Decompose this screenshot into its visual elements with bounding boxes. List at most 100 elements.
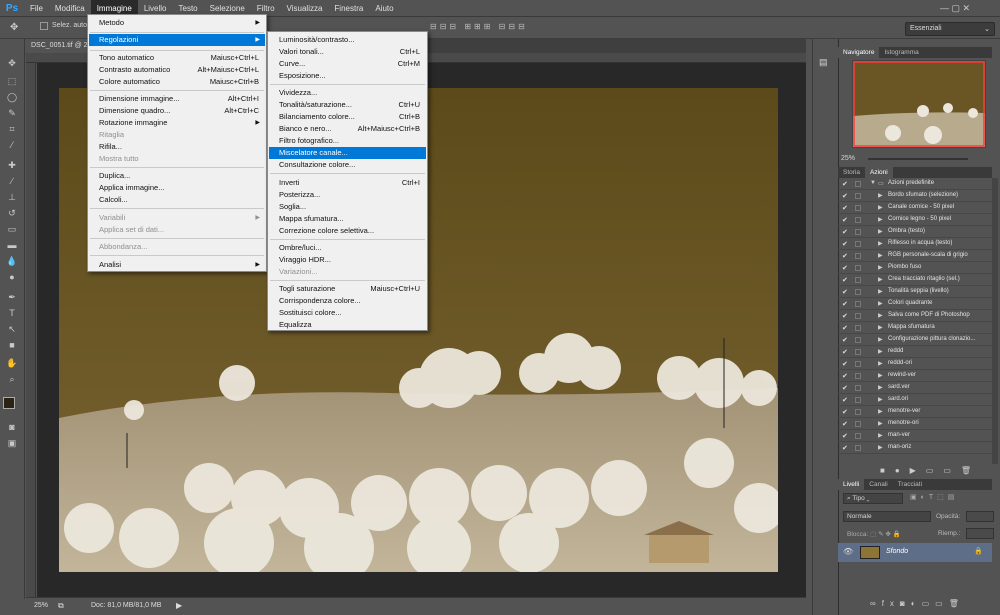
window-controls[interactable]: — ▢ ✕: [940, 3, 970, 14]
action-row[interactable]: ✔ ▶ Bordo sfumato (selezione): [838, 190, 992, 202]
pen-tool-icon[interactable]: ✒: [5, 291, 19, 303]
menu-item-mappa-sfumatura[interactable]: Mappa sfumatura...: [269, 213, 426, 225]
history-brush-tool-icon[interactable]: ↺: [5, 207, 19, 219]
type-tool-icon[interactable]: T: [5, 307, 19, 319]
menu-item-posterizza[interactable]: Posterizza...: [269, 189, 426, 201]
menu-item-duplica[interactable]: Duplica...: [89, 170, 265, 182]
action-row[interactable]: ✔ ▶ Piombo fuso: [838, 262, 992, 274]
action-row[interactable]: ✔ ▶ Mappa sfumatura: [838, 322, 992, 334]
path-select-tool-icon[interactable]: ↖: [5, 323, 19, 335]
brush-tool-icon[interactable]: ∕: [5, 175, 19, 187]
action-row[interactable]: ✔ ▶ Riflesso in acqua (testo): [838, 238, 992, 250]
tab-istogramma[interactable]: Istogramma: [879, 47, 923, 58]
quick-mask-icon[interactable]: ◙: [5, 421, 19, 433]
layer-filter-select[interactable]: ⌕ Tipo ⌄: [843, 493, 903, 504]
menu-item-rifila[interactable]: Rifila...: [89, 141, 265, 153]
menu-item-analisi[interactable]: Analisi ▶: [89, 259, 265, 271]
action-row[interactable]: ✔ ▶ man-oriz: [838, 442, 992, 454]
history-panel-icon[interactable]: ▤: [819, 57, 828, 68]
menu-item-bilanciamento-colore[interactable]: Bilanciamento colore... Ctrl+B: [269, 111, 426, 123]
menu-item-togli-saturazione[interactable]: Togli saturazione Maiusc+Ctrl+U: [269, 283, 426, 295]
share-icon[interactable]: ⧉: [58, 601, 64, 611]
actions-footer-icons[interactable]: ■●▶▭▭🗑: [880, 466, 981, 475]
action-row[interactable]: ✔ ▶ sard.ver: [838, 382, 992, 394]
move-tool-icon[interactable]: ✥: [10, 22, 18, 33]
menu-item-soglia[interactable]: Soglia...: [269, 201, 426, 213]
eyedropper-tool-icon[interactable]: ⁄: [5, 139, 19, 151]
workspace-select[interactable]: Essenziali ⌄: [905, 22, 995, 36]
hand-tool-icon[interactable]: ✋: [5, 357, 19, 369]
menu-item-abbondanza[interactable]: Abbondanza...: [89, 241, 265, 253]
menu-item-sostituisci-colore[interactable]: Sostituisci colore...: [269, 307, 426, 319]
action-row[interactable]: ✔ ▶ Colori quadrante: [838, 298, 992, 310]
tab-livelli[interactable]: Livelli: [838, 479, 865, 490]
action-row[interactable]: ✔ ▶ Crea tracciato ritaglio (sel.): [838, 274, 992, 286]
layer-row-sfondo[interactable]: 👁 Sfondo 🔒: [838, 543, 992, 562]
action-row[interactable]: ✔ ▶ RGB personale-scala di grigio: [838, 250, 992, 262]
menu-item-dimensione-immagine[interactable]: Dimensione immagine... Alt+Ctrl+I: [89, 93, 265, 105]
action-row[interactable]: ✔ ▶ Salva come PDF di Photoshop: [838, 310, 992, 322]
blur-tool-icon[interactable]: 💧: [5, 255, 19, 267]
action-row[interactable]: ✔ ▶ reddd-ori: [838, 358, 992, 370]
lock-icons[interactable]: Blocca: ⬚ ✎ ✥ 🔒: [847, 530, 901, 538]
action-row[interactable]: ✔ ▶ Tonalità seppia (livello): [838, 286, 992, 298]
lasso-tool-icon[interactable]: ◯: [5, 91, 19, 103]
auto-select-checkbox[interactable]: [40, 22, 48, 30]
gradient-tool-icon[interactable]: ▬: [5, 239, 19, 251]
menu-item-equalizza[interactable]: Equalizza: [269, 319, 426, 331]
action-row[interactable]: ✔ ▶ reddd: [838, 346, 992, 358]
action-row[interactable]: ✔ ▶ rewind-ver: [838, 370, 992, 382]
menu-item-miscelatore-canale[interactable]: Miscelatore canale...: [269, 147, 426, 159]
layer-filter-icons[interactable]: ▣◐T⬚▤: [910, 493, 958, 501]
menu-item-esposizione[interactable]: Esposizione...: [269, 70, 426, 82]
menu-item-applica-set-dati[interactable]: Applica set di dati...: [89, 224, 265, 236]
zoom-level[interactable]: 25%: [34, 602, 48, 609]
menu-item-variazioni[interactable]: Variazioni...: [269, 266, 426, 278]
actions-scrollbar[interactable]: [992, 178, 998, 464]
menu-item-inverti[interactable]: Inverti Ctrl+I: [269, 177, 426, 189]
marquee-tool-icon[interactable]: ⬚: [5, 75, 19, 87]
menu-item-bianco-nero[interactable]: Bianco e nero... Alt+Maiusc+Ctrl+B: [269, 123, 426, 135]
menu-item-valori-tonali[interactable]: Valori tonali... Ctrl+L: [269, 46, 426, 58]
eraser-tool-icon[interactable]: ▭: [5, 223, 19, 235]
menu-item-correzione-colore-selettiva[interactable]: Correzione colore selettiva...: [269, 225, 426, 237]
tab-azioni[interactable]: Azioni: [864, 167, 893, 178]
menu-item-vividezza[interactable]: Vividezza...: [269, 87, 426, 99]
action-row[interactable]: ✔ ▶ menotre-ori: [838, 418, 992, 430]
menu-item-colore-automatico[interactable]: Colore automatico Maiusc+Ctrl+B: [89, 76, 265, 88]
visibility-eye-icon[interactable]: 👁: [843, 547, 853, 556]
tab-storia[interactable]: Storia: [838, 167, 865, 178]
document-tab[interactable]: DSC_0051.tif @ 2: [26, 39, 96, 53]
menu-item-calcoli[interactable]: Calcoli...: [89, 194, 265, 206]
navigator-zoom-slider[interactable]: [868, 158, 968, 160]
action-row[interactable]: ✔ ▶ Canale cornice - 50 pixel: [838, 202, 992, 214]
menu-file[interactable]: File: [24, 0, 49, 17]
menu-item-metodo[interactable]: Metodo ▶: [89, 17, 265, 29]
menu-item-viraggio-hdr[interactable]: Viraggio HDR...: [269, 254, 426, 266]
blend-mode-select[interactable]: Normale: [843, 511, 931, 522]
menu-item-mostra-tutto[interactable]: Mostra tutto: [89, 153, 265, 165]
action-row[interactable]: ✔ ▶ Ombra (testo): [838, 226, 992, 238]
action-set-row[interactable]: ✔ ▼ ▭ Azioni predefinite: [838, 178, 992, 190]
menu-item-applica-immagine[interactable]: Applica immagine...: [89, 182, 265, 194]
action-row[interactable]: ✔ ▶ Configurazione pittura clonazio...: [838, 334, 992, 346]
action-row[interactable]: ✔ ▶ menotre-ver: [838, 406, 992, 418]
tab-tracciati[interactable]: Tracciati: [893, 479, 927, 490]
navigator-preview[interactable]: [852, 60, 986, 148]
menu-item-consultazione-colore[interactable]: Consultazione colore...: [269, 159, 426, 171]
healing-tool-icon[interactable]: ✚: [5, 159, 19, 171]
screen-mode-icon[interactable]: ▣: [5, 437, 19, 449]
layers-footer-icons[interactable]: ∞fx◙◐▭▭🗑: [870, 599, 965, 608]
foreground-color-swatch[interactable]: [3, 397, 15, 409]
align-icons[interactable]: ⊟⊟⊟ ⊞⊞⊞ ⊟⊟⊟: [430, 22, 528, 31]
dodge-tool-icon[interactable]: ●: [5, 271, 19, 283]
menu-item-luminosita-contrasto[interactable]: Luminosità/contrasto...: [269, 34, 426, 46]
menu-finestra[interactable]: Finestra: [328, 0, 369, 17]
action-row[interactable]: ✔ ▶ Cornice legno - 50 pixel: [838, 214, 992, 226]
menu-item-regolazioni[interactable]: Regolazioni ▶: [89, 34, 265, 46]
menu-item-ombre-luci[interactable]: Ombre/luci...: [269, 242, 426, 254]
menu-item-contrasto-automatico[interactable]: Contrasto automatico Alt+Maiusc+Ctrl+L: [89, 64, 265, 76]
navigator-zoom[interactable]: 25%: [841, 155, 855, 162]
menu-aiuto[interactable]: Aiuto: [369, 0, 399, 17]
quick-select-tool-icon[interactable]: ✎: [5, 107, 19, 119]
